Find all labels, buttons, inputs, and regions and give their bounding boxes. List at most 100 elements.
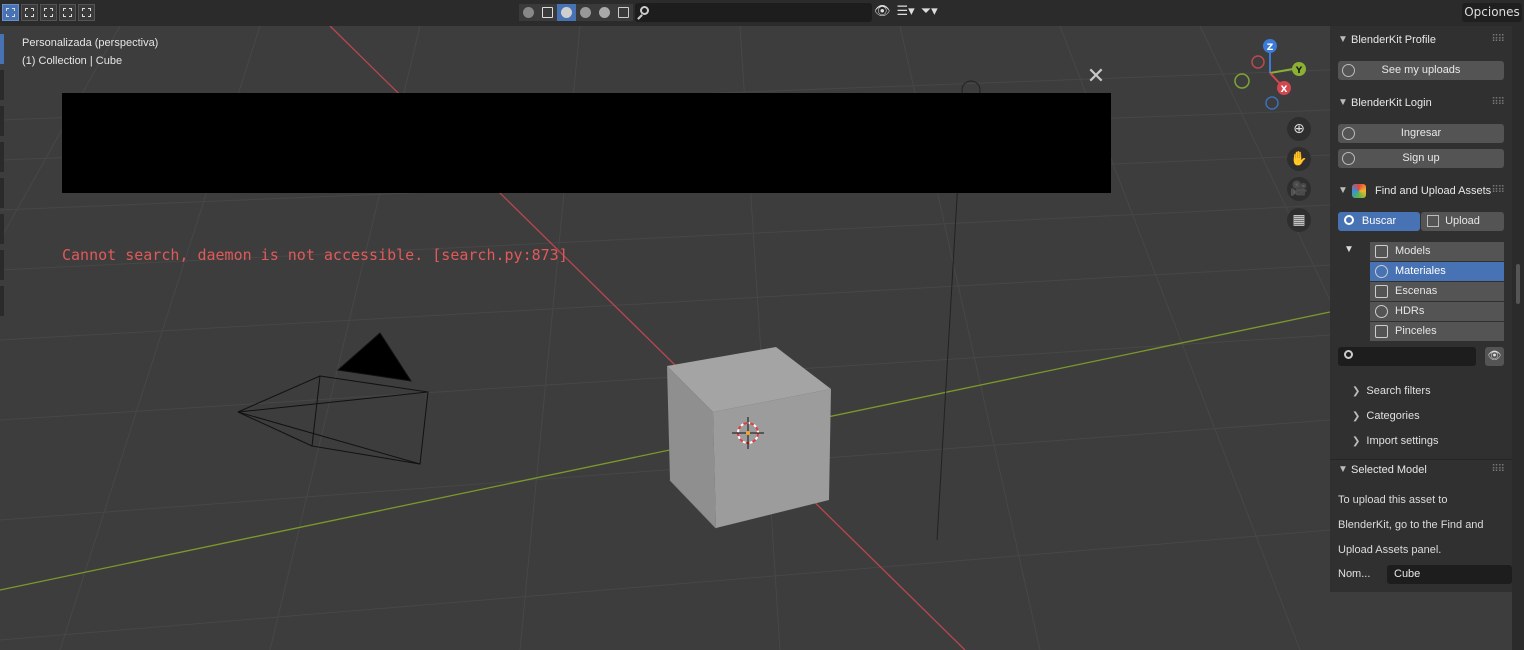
asset-type-list: Models Materiales Escenas HDRs Pinceles <box>1370 242 1504 342</box>
asset-search-input[interactable] <box>1338 347 1476 366</box>
profile-panel-header[interactable]: ▼ BlenderKit Profile ⠿⠿ <box>1330 30 1512 50</box>
drag-grip-icon[interactable]: ⠿⠿ <box>1491 460 1505 480</box>
scroll-handle[interactable] <box>1516 264 1520 304</box>
search-icon <box>640 6 649 15</box>
cube-object[interactable] <box>667 347 831 529</box>
eye-icon[interactable]: 👁 <box>874 4 891 19</box>
list-sort-icon[interactable]: ☰▾ <box>897 4 915 19</box>
categories-label: Categories <box>1366 410 1420 422</box>
brush-icon[interactable] <box>614 4 633 21</box>
category-models[interactable]: Models <box>1370 242 1504 261</box>
viewport-header: 👁 ☰▾ ⏷▾ Opciones <box>0 0 1524 26</box>
chevron-down-icon: ▼ <box>1338 464 1348 475</box>
search-icon <box>1344 350 1353 359</box>
search-filters-label: Search filters <box>1366 385 1431 397</box>
info-line: To upload this asset to <box>1338 494 1448 506</box>
region-scrollbar[interactable] <box>1512 26 1524 650</box>
globe-icon <box>1342 152 1355 165</box>
login-button[interactable]: Ingresar <box>1338 124 1504 143</box>
gizmo-x-label: X <box>1281 85 1288 95</box>
category-label: Models <box>1395 245 1431 257</box>
tool-measure[interactable] <box>0 286 4 316</box>
category-hdrs[interactable]: HDRs <box>1370 302 1504 321</box>
signup-button[interactable]: Sign up <box>1338 149 1504 168</box>
select-box-icon[interactable] <box>2 4 19 21</box>
find-upload-panel-title: Find and Upload Assets <box>1375 185 1492 197</box>
wireframe-shading-icon[interactable] <box>519 4 538 21</box>
selected-model-title: Selected Model <box>1351 464 1427 476</box>
find-upload-panel-header[interactable]: ▼ Find and Upload Assets ⠿⠿ <box>1330 181 1512 201</box>
chevron-right-icon: ❯ <box>1352 386 1361 397</box>
navigation-gizmo[interactable]: Z Y X <box>1234 39 1306 110</box>
material-sphere-icon <box>1375 265 1388 278</box>
tool-annotate[interactable] <box>0 250 4 280</box>
category-label: Pinceles <box>1395 325 1437 337</box>
world-icon <box>1375 305 1388 318</box>
filter-icon[interactable]: ⏷▾ <box>921 4 938 19</box>
tool-rotate[interactable] <box>0 142 4 172</box>
drag-grip-icon[interactable]: ⠿⠿ <box>1491 30 1505 50</box>
globe-icon <box>1342 64 1355 77</box>
sidebar-panel: ▼ BlenderKit Profile ⠿⠿ See my uploads ▼… <box>1330 26 1512 592</box>
category-collapse-icon[interactable]: ▼ <box>1344 244 1354 255</box>
category-label: Escenas <box>1395 285 1438 297</box>
name-input[interactable]: Cube <box>1387 565 1512 584</box>
cube-icon <box>1375 245 1388 258</box>
tool-cursor[interactable] <box>0 70 4 100</box>
camera-view-icon[interactable]: 🎥 <box>1287 177 1311 201</box>
category-label: HDRs <box>1395 305 1425 317</box>
environment-icon[interactable] <box>595 4 614 21</box>
upload-info-text: To upload this asset to BlenderKit, go t… <box>1338 488 1508 563</box>
solid-shading-icon[interactable] <box>538 4 557 21</box>
select-invert-icon[interactable] <box>59 4 76 21</box>
tab-search-label: Buscar <box>1361 215 1397 227</box>
tool-transform[interactable] <box>0 214 4 244</box>
tab-search[interactable]: Buscar <box>1338 212 1420 231</box>
see-my-uploads-button[interactable]: See my uploads <box>1338 61 1504 80</box>
close-banner-icon[interactable]: ✕ <box>1086 66 1106 88</box>
import-settings-toggle[interactable]: ❯ Import settings <box>1352 431 1439 451</box>
selected-model-panel-header[interactable]: ▼ Selected Model ⠿⠿ <box>1330 459 1512 479</box>
select-subtract-icon[interactable] <box>40 4 57 21</box>
chevron-right-icon: ❯ <box>1352 436 1361 447</box>
name-row: Nom... Cube <box>1338 565 1512 584</box>
profile-panel-title: BlenderKit Profile <box>1351 34 1436 46</box>
collection-label: (1) Collection | Cube <box>22 55 123 67</box>
header-filter-group: 👁 ☰▾ ⏷▾ <box>874 4 938 19</box>
perspective-grid-icon[interactable]: ▦ <box>1287 208 1311 232</box>
blenderkit-logo-icon <box>1352 184 1366 198</box>
rendered-shading-icon[interactable] <box>576 4 595 21</box>
tool-select[interactable] <box>0 34 4 64</box>
chevron-down-icon: ▼ <box>1338 34 1348 45</box>
blenderkit-banner <box>62 93 1111 193</box>
header-search-field[interactable] <box>635 3 872 22</box>
tool-move[interactable] <box>0 106 4 136</box>
left-toolbar <box>0 26 4 366</box>
select-mode-group <box>2 4 97 21</box>
tab-upload[interactable]: Upload <box>1421 212 1504 231</box>
view-label: Personalizada (perspectiva) <box>22 37 159 49</box>
categories-toggle[interactable]: ❯ Categories <box>1352 406 1420 426</box>
globe-icon <box>1342 127 1355 140</box>
zoom-icon[interactable]: ⊕ <box>1287 117 1311 141</box>
pan-hand-icon[interactable]: ✋ <box>1287 147 1311 171</box>
category-materials[interactable]: Materiales <box>1370 262 1504 281</box>
name-label: Nom... <box>1338 568 1371 580</box>
login-panel-title: BlenderKit Login <box>1351 97 1432 109</box>
options-button[interactable]: Opciones <box>1462 3 1522 22</box>
category-brushes[interactable]: Pinceles <box>1370 322 1504 341</box>
select-extend-icon[interactable] <box>21 4 38 21</box>
login-panel-header[interactable]: ▼ BlenderKit Login ⠿⠿ <box>1330 93 1512 113</box>
tool-scale[interactable] <box>0 178 4 208</box>
chevron-right-icon: ❯ <box>1352 411 1361 422</box>
gizmo-z-label: Z <box>1267 43 1274 53</box>
drag-grip-icon[interactable]: ⠿⠿ <box>1491 93 1505 113</box>
material-preview-icon[interactable] <box>557 4 576 21</box>
drag-grip-icon[interactable]: ⠿⠿ <box>1491 181 1505 201</box>
select-intersect-icon[interactable] <box>78 4 95 21</box>
eye-icon[interactable]: 👁 <box>1485 347 1504 366</box>
info-line: Upload Assets panel. <box>1338 544 1442 556</box>
search-filters-toggle[interactable]: ❯ Search filters <box>1352 381 1431 401</box>
import-settings-label: Import settings <box>1366 435 1439 447</box>
category-scenes[interactable]: Escenas <box>1370 282 1504 301</box>
